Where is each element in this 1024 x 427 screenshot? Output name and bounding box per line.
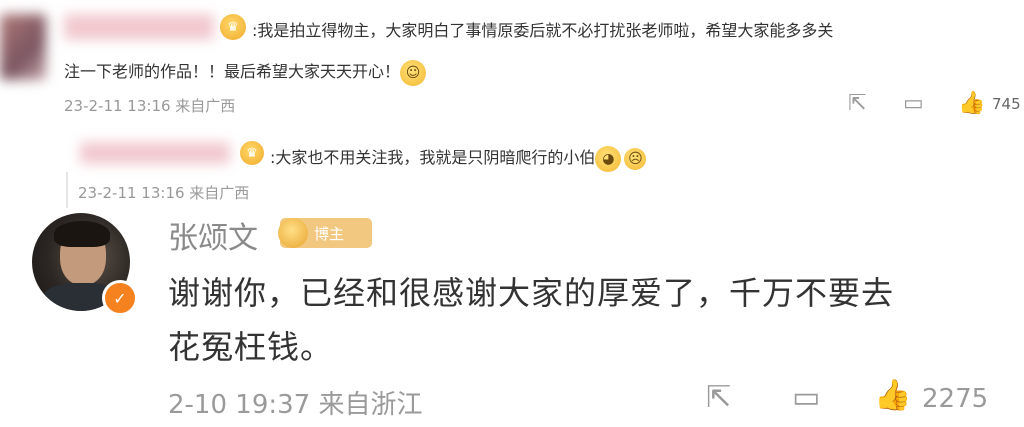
username-blurred[interactable]: [64, 14, 214, 40]
like-count[interactable]: 2275: [922, 384, 988, 414]
author-name[interactable]: 张颂文: [168, 213, 258, 257]
comment-text-line1: 谢谢你，已经和很感谢大家的厚爱了，千万不要去: [168, 274, 895, 312]
shy-emoji-icon: ☺: [400, 59, 427, 86]
pleading-emoji-icon: ◕: [595, 145, 622, 172]
sad-emoji-icon: ☹: [624, 147, 647, 170]
comment-icon[interactable]: ▭: [903, 91, 924, 116]
crown-icon: [278, 218, 308, 248]
reply-username-blurred[interactable]: [80, 142, 230, 164]
thumbs-up-icon[interactable]: 👍: [958, 91, 985, 116]
share-icon[interactable]: ⇱: [848, 91, 866, 116]
avatar[interactable]: [0, 14, 46, 80]
comment-meta: 2-10 19:37 来自浙江: [168, 390, 423, 420]
comment-text-line2: 注一下老师的作品！！最后希望大家天天开心！ ☺: [64, 58, 427, 86]
comment-text-line2: 花冤枉钱。: [168, 328, 334, 366]
reply-meta: 23-2-11 13:16 来自广西: [78, 184, 250, 202]
verified-icon: ✓: [102, 280, 138, 316]
reply-indent-bar: [66, 172, 68, 208]
comment-text-line1: :我是拍立得物主，大家明白了事情原委后就不必打扰张老师啦，希望大家能多多关: [252, 21, 834, 40]
crown-icon: ♛: [220, 14, 246, 40]
comment-meta: 23-2-11 13:16 来自广西: [64, 97, 236, 115]
thumbs-up-icon[interactable]: 👍: [874, 378, 911, 413]
share-icon[interactable]: ⇱: [706, 380, 731, 415]
reply-text: :大家也不用关注我，我就是只阴暗爬行的小伯 ◕ ☹: [270, 144, 647, 172]
blogger-badge: 博主: [278, 218, 372, 248]
comment-icon[interactable]: ▭: [792, 380, 820, 415]
badge-label: 博主: [314, 224, 345, 243]
like-count[interactable]: 745: [992, 95, 1021, 113]
crown-icon: ♛: [240, 141, 264, 165]
